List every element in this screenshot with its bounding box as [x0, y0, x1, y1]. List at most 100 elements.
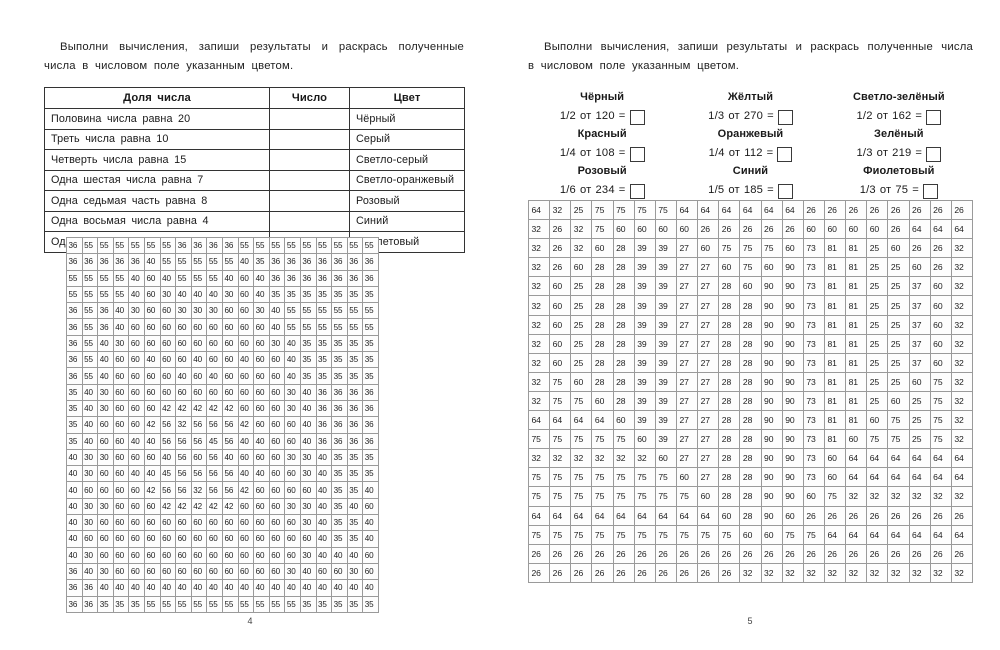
- grid-cell[interactable]: 60: [112, 448, 130, 467]
- grid-cell[interactable]: 60: [237, 269, 255, 287]
- grid-cell[interactable]: 56: [175, 481, 192, 499]
- grid-cell[interactable]: 25: [887, 276, 910, 297]
- grid-cell[interactable]: 28: [612, 276, 635, 297]
- grid-cell[interactable]: 60: [190, 367, 208, 385]
- grid-cell[interactable]: 40: [237, 253, 255, 271]
- grid-cell[interactable]: 90: [781, 276, 804, 297]
- grid-cell[interactable]: 75: [633, 199, 656, 221]
- grid-cell[interactable]: 42: [175, 497, 192, 516]
- grid-cell[interactable]: 60: [268, 514, 286, 532]
- grid-cell[interactable]: 32: [866, 562, 889, 583]
- exercise-answer-box[interactable]: [926, 146, 942, 162]
- grid-cell[interactable]: 60: [221, 367, 239, 385]
- grid-cell[interactable]: 81: [823, 276, 847, 297]
- grid-cell[interactable]: 26: [527, 543, 551, 564]
- grid-cell[interactable]: 32: [950, 314, 974, 335]
- grid-cell[interactable]: 60: [143, 285, 161, 304]
- grid-cell[interactable]: 40: [221, 579, 239, 597]
- grid-cell[interactable]: 32: [802, 562, 825, 583]
- grid-cell[interactable]: 28: [739, 314, 762, 335]
- grid-cell[interactable]: 27: [697, 333, 720, 354]
- grid-cell[interactable]: 30: [128, 302, 145, 320]
- grid-cell[interactable]: 75: [802, 524, 825, 545]
- grid-cell[interactable]: 40: [299, 383, 317, 401]
- grid-cell[interactable]: 36: [81, 595, 99, 613]
- grid-cell[interactable]: 60: [190, 448, 208, 467]
- grid-cell[interactable]: 35: [299, 285, 317, 304]
- grid-cell[interactable]: 36: [66, 318, 83, 336]
- grid-cell[interactable]: 55: [206, 269, 223, 287]
- grid-cell[interactable]: 60: [190, 383, 208, 401]
- grid-cell[interactable]: 90: [781, 352, 804, 373]
- grid-cell[interactable]: 36: [268, 269, 286, 287]
- grid-cell[interactable]: 32: [570, 219, 593, 240]
- grid-cell[interactable]: 27: [697, 448, 720, 469]
- grid-cell[interactable]: 60: [237, 497, 255, 516]
- grid-cell[interactable]: 60: [845, 219, 868, 240]
- grid-cell[interactable]: 60: [143, 448, 161, 467]
- grid-cell[interactable]: 55: [81, 334, 99, 353]
- grid-cell[interactable]: 55: [159, 595, 177, 613]
- grid-cell[interactable]: 64: [845, 448, 868, 469]
- grid-cell[interactable]: 55: [159, 236, 177, 255]
- grid-cell[interactable]: 60: [206, 514, 223, 532]
- grid-cell[interactable]: 36: [299, 253, 317, 271]
- grid-cell[interactable]: 39: [633, 238, 656, 259]
- grid-cell[interactable]: 40: [268, 579, 286, 597]
- grid-cell[interactable]: 60: [268, 432, 286, 450]
- grid-cell[interactable]: 35: [299, 595, 317, 613]
- grid-cell[interactable]: 75: [781, 524, 804, 545]
- grid-cell[interactable]: 75: [570, 524, 593, 545]
- grid-cell[interactable]: 36: [66, 367, 83, 385]
- grid-cell[interactable]: 75: [527, 467, 551, 488]
- grid-cell[interactable]: 60: [112, 383, 130, 401]
- grid-cell[interactable]: 28: [612, 238, 635, 259]
- grid-cell[interactable]: 60: [284, 514, 301, 532]
- grid-cell[interactable]: 28: [739, 295, 762, 316]
- grid-cell[interactable]: 35: [331, 497, 348, 516]
- grid-cell[interactable]: 55: [284, 595, 301, 613]
- grid-cell[interactable]: 32: [950, 390, 974, 412]
- grid-cell[interactable]: 36: [299, 269, 317, 287]
- grid-cell[interactable]: 81: [823, 371, 847, 392]
- grid-cell[interactable]: 28: [718, 276, 741, 297]
- grid-cell[interactable]: 26: [570, 562, 593, 583]
- grid-cell[interactable]: 64: [739, 199, 762, 221]
- grid-cell[interactable]: 30: [81, 465, 99, 483]
- grid-cell[interactable]: 60: [866, 410, 889, 431]
- grid-cell[interactable]: 28: [612, 314, 635, 335]
- grid-cell[interactable]: 56: [221, 481, 239, 499]
- grid-cell[interactable]: 40: [81, 383, 99, 401]
- grid-cell[interactable]: 26: [549, 219, 572, 240]
- grid-cell[interactable]: 55: [221, 595, 239, 613]
- grid-cell[interactable]: 30: [81, 448, 99, 467]
- grid-cell[interactable]: 40: [97, 351, 114, 369]
- grid-cell[interactable]: 26: [654, 562, 677, 583]
- grid-cell[interactable]: 73: [802, 276, 825, 297]
- grid-cell[interactable]: 32: [950, 486, 974, 507]
- grid-cell[interactable]: 32: [549, 448, 572, 469]
- grid-cell[interactable]: 60: [253, 514, 270, 532]
- cell-chislo-input[interactable]: [269, 108, 350, 130]
- grid-cell[interactable]: 60: [143, 514, 161, 532]
- grid-cell[interactable]: 40: [362, 514, 379, 532]
- grid-cell[interactable]: 40: [299, 579, 317, 597]
- exercise-answer-box[interactable]: [629, 109, 645, 125]
- grid-cell[interactable]: 75: [549, 486, 572, 507]
- grid-cell[interactable]: 55: [206, 253, 223, 271]
- grid-cell[interactable]: 60: [159, 318, 177, 336]
- grid-cell[interactable]: 32: [823, 562, 847, 583]
- grid-cell[interactable]: 60: [845, 429, 868, 450]
- grid-cell[interactable]: 36: [175, 236, 192, 255]
- grid-cell[interactable]: 40: [284, 367, 301, 385]
- grid-cell[interactable]: 35: [346, 285, 364, 304]
- grid-cell[interactable]: 60: [237, 285, 255, 304]
- grid-cell[interactable]: 75: [654, 524, 677, 545]
- grid-cell[interactable]: 30: [190, 302, 208, 320]
- grid-cell[interactable]: 60: [760, 524, 783, 545]
- grid-cell[interactable]: 75: [591, 219, 614, 240]
- grid-cell[interactable]: 36: [284, 269, 301, 287]
- grid-cell[interactable]: 26: [823, 543, 847, 564]
- grid-cell[interactable]: 26: [845, 505, 868, 526]
- grid-cell[interactable]: 36: [315, 269, 333, 287]
